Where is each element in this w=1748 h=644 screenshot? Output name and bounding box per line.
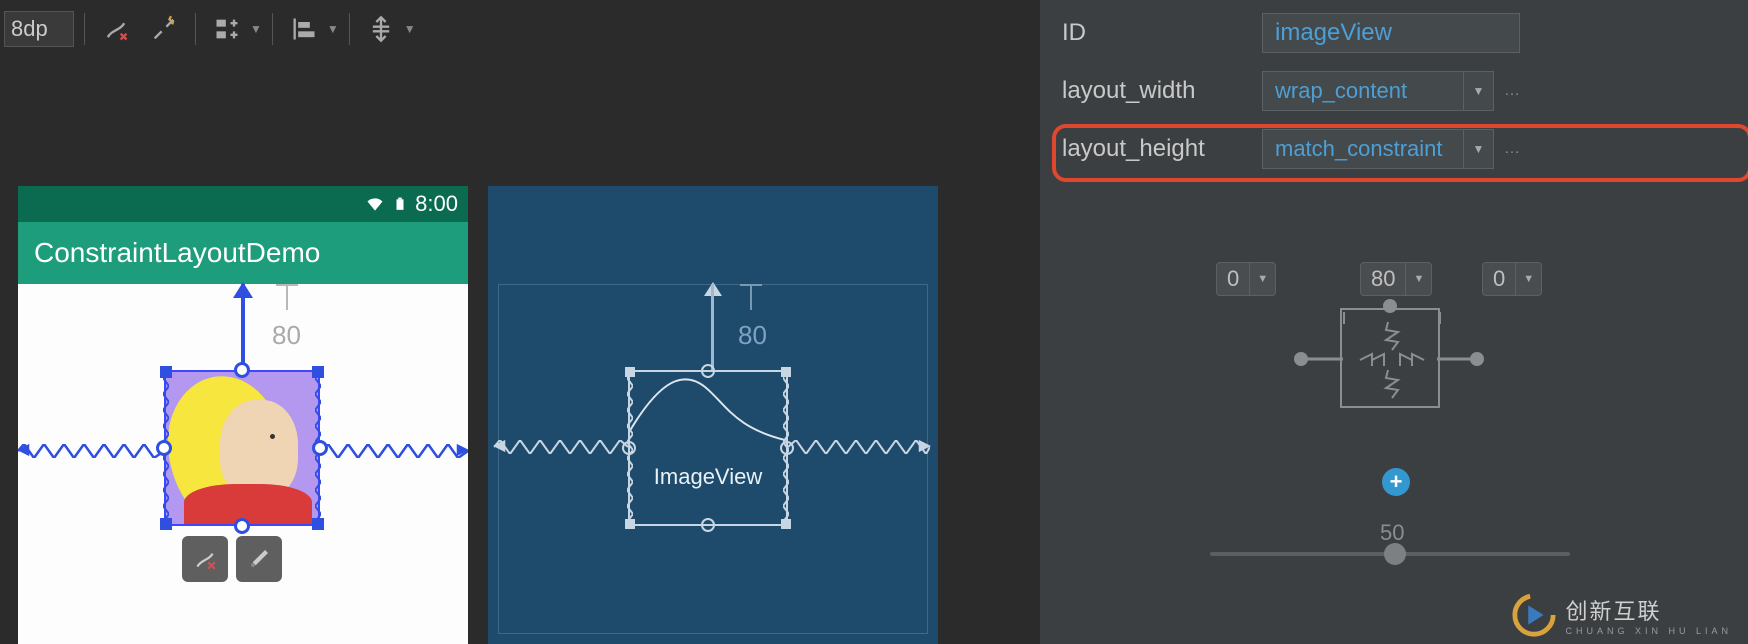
watermark-logo-icon bbox=[1511, 592, 1557, 638]
toolbar-separator bbox=[272, 13, 273, 45]
resize-handle-ne[interactable] bbox=[312, 366, 324, 378]
edit-baseline-button[interactable] bbox=[236, 536, 282, 582]
chevron-down-icon[interactable]: ▼ bbox=[1463, 130, 1493, 168]
watermark: 创新互联 CHUANG XIN HU LIAN bbox=[1511, 592, 1732, 638]
attr-label-id: ID bbox=[1062, 19, 1262, 47]
pack-button[interactable] bbox=[206, 8, 248, 50]
status-time: 8:00 bbox=[415, 191, 458, 217]
chevron-down-icon: ▼ bbox=[250, 22, 262, 36]
margin-right-chip[interactable]: 0 ▼ bbox=[1482, 262, 1542, 296]
blueprint-preview[interactable]: 80 ImageView bbox=[488, 186, 938, 644]
left-constraint-spring[interactable] bbox=[494, 440, 628, 454]
constraint-widget: 80 ▼ 0 ▼ 0 ▼ + bbox=[1170, 262, 1610, 522]
margin-guide-stem bbox=[286, 286, 288, 310]
wifi-icon bbox=[365, 194, 385, 214]
chevron-down-icon[interactable]: ▼ bbox=[1405, 263, 1431, 295]
margin-left-value: 0 bbox=[1217, 266, 1249, 292]
default-margin-input[interactable] bbox=[4, 11, 74, 47]
constraint-anchor-right[interactable] bbox=[780, 441, 794, 455]
content-curve bbox=[630, 372, 786, 524]
bias-slider-thumb[interactable] bbox=[1384, 543, 1406, 565]
constraint-box-inner bbox=[1342, 310, 1442, 410]
right-constraint-spring[interactable] bbox=[788, 440, 930, 454]
margin-top-chip[interactable]: 80 ▼ bbox=[1360, 262, 1432, 296]
top-constraint-line[interactable] bbox=[241, 284, 245, 370]
top-margin-label: 80 bbox=[738, 320, 767, 351]
attr-label-height: layout_height bbox=[1062, 135, 1262, 163]
add-bottom-constraint-button[interactable]: + bbox=[1382, 468, 1410, 496]
chevron-down-icon[interactable]: ▼ bbox=[1463, 72, 1493, 110]
margin-left-chip[interactable]: 0 ▼ bbox=[1216, 262, 1276, 296]
resize-handle-nw[interactable] bbox=[160, 366, 172, 378]
watermark-sub: CHUANG XIN HU LIAN bbox=[1565, 626, 1732, 636]
chevron-down-icon: ▼ bbox=[404, 22, 416, 36]
chevron-down-icon[interactable]: ▼ bbox=[1249, 263, 1275, 295]
top-constraint-line[interactable] bbox=[711, 284, 714, 370]
margin-right-value: 0 bbox=[1483, 266, 1515, 292]
status-bar: 8:00 bbox=[18, 186, 468, 222]
right-arrowhead-icon bbox=[916, 439, 932, 453]
attr-value-height: match_constraint bbox=[1263, 136, 1463, 162]
left-arrowhead-icon bbox=[18, 443, 32, 457]
resize-handle-se[interactable] bbox=[312, 518, 324, 530]
clear-constraints-button[interactable] bbox=[95, 8, 137, 50]
left-constraint-spring[interactable] bbox=[18, 444, 164, 458]
margin-guide-stem bbox=[750, 286, 752, 310]
more-options-icon[interactable]: … bbox=[1504, 82, 1522, 100]
right-arrowhead-icon bbox=[454, 443, 468, 457]
toolbar-separator bbox=[195, 13, 196, 45]
attr-row-width: layout_width wrap_content ▼ … bbox=[1062, 68, 1728, 114]
floating-toolbar bbox=[182, 536, 282, 582]
resize-handle-se[interactable] bbox=[781, 519, 791, 529]
align-button[interactable] bbox=[283, 8, 325, 50]
constraint-anchor-left[interactable] bbox=[622, 441, 636, 455]
clear-constraints-button[interactable] bbox=[182, 536, 228, 582]
infer-constraints-button[interactable] bbox=[143, 8, 185, 50]
right-constraint-spring[interactable] bbox=[320, 444, 468, 458]
left-arrowhead-icon bbox=[492, 439, 508, 453]
constraint-anchor-bottom[interactable] bbox=[234, 518, 250, 534]
bias-value: 50 bbox=[1380, 520, 1404, 546]
resize-handle-ne[interactable] bbox=[781, 367, 791, 377]
resize-handle-sw[interactable] bbox=[625, 519, 635, 529]
constraint-anchor-right[interactable] bbox=[312, 440, 328, 456]
more-options-icon[interactable]: … bbox=[1504, 140, 1522, 158]
battery-icon bbox=[393, 194, 407, 214]
toolbar-separator bbox=[349, 13, 350, 45]
constraint-anchor-top[interactable] bbox=[701, 364, 715, 378]
selected-imageview[interactable]: ImageView bbox=[628, 370, 788, 526]
resize-handle-sw[interactable] bbox=[160, 518, 172, 530]
attr-row-id: ID bbox=[1062, 10, 1728, 56]
app-bar: ConstraintLayoutDemo bbox=[18, 222, 468, 284]
margin-top-value: 80 bbox=[1361, 266, 1405, 292]
attr-input-id[interactable] bbox=[1262, 13, 1520, 53]
constraint-anchor-left[interactable] bbox=[156, 440, 172, 456]
attr-combo-height[interactable]: match_constraint ▼ bbox=[1262, 129, 1494, 169]
toolbar-separator bbox=[84, 13, 85, 45]
design-preview[interactable]: 8:00 ConstraintLayoutDemo 80 bbox=[18, 186, 468, 644]
app-title: ConstraintLayoutDemo bbox=[34, 237, 320, 269]
design-toolbar: ▼ ▼ ▼ bbox=[0, 0, 416, 58]
attr-value-width: wrap_content bbox=[1263, 78, 1463, 104]
chevron-down-icon[interactable]: ▼ bbox=[1515, 263, 1541, 295]
resize-handle-nw[interactable] bbox=[625, 367, 635, 377]
avatar-image bbox=[166, 372, 318, 524]
constraint-box[interactable] bbox=[1340, 308, 1440, 408]
design-canvas: ▼ ▼ ▼ 8:00 ConstraintLayoutDemo bbox=[0, 0, 1040, 644]
constraint-anchor-top[interactable] bbox=[234, 362, 250, 378]
constraint-anchor-bottom[interactable] bbox=[701, 518, 715, 532]
blueprint-view-label: ImageView bbox=[630, 464, 786, 490]
attr-row-height: layout_height match_constraint ▼ … bbox=[1062, 126, 1728, 172]
attr-label-width: layout_width bbox=[1062, 77, 1262, 105]
left-link-line bbox=[1303, 352, 1343, 366]
attributes-panel: ID layout_width wrap_content ▼ … layout_… bbox=[1040, 0, 1748, 644]
chevron-down-icon: ▼ bbox=[327, 22, 339, 36]
right-link-line bbox=[1437, 352, 1477, 366]
guidelines-button[interactable] bbox=[360, 8, 402, 50]
selected-imageview[interactable] bbox=[164, 370, 320, 526]
top-margin-label: 80 bbox=[272, 320, 301, 351]
watermark-brand: 创新互联 bbox=[1565, 594, 1732, 626]
attr-combo-width[interactable]: wrap_content ▼ bbox=[1262, 71, 1494, 111]
